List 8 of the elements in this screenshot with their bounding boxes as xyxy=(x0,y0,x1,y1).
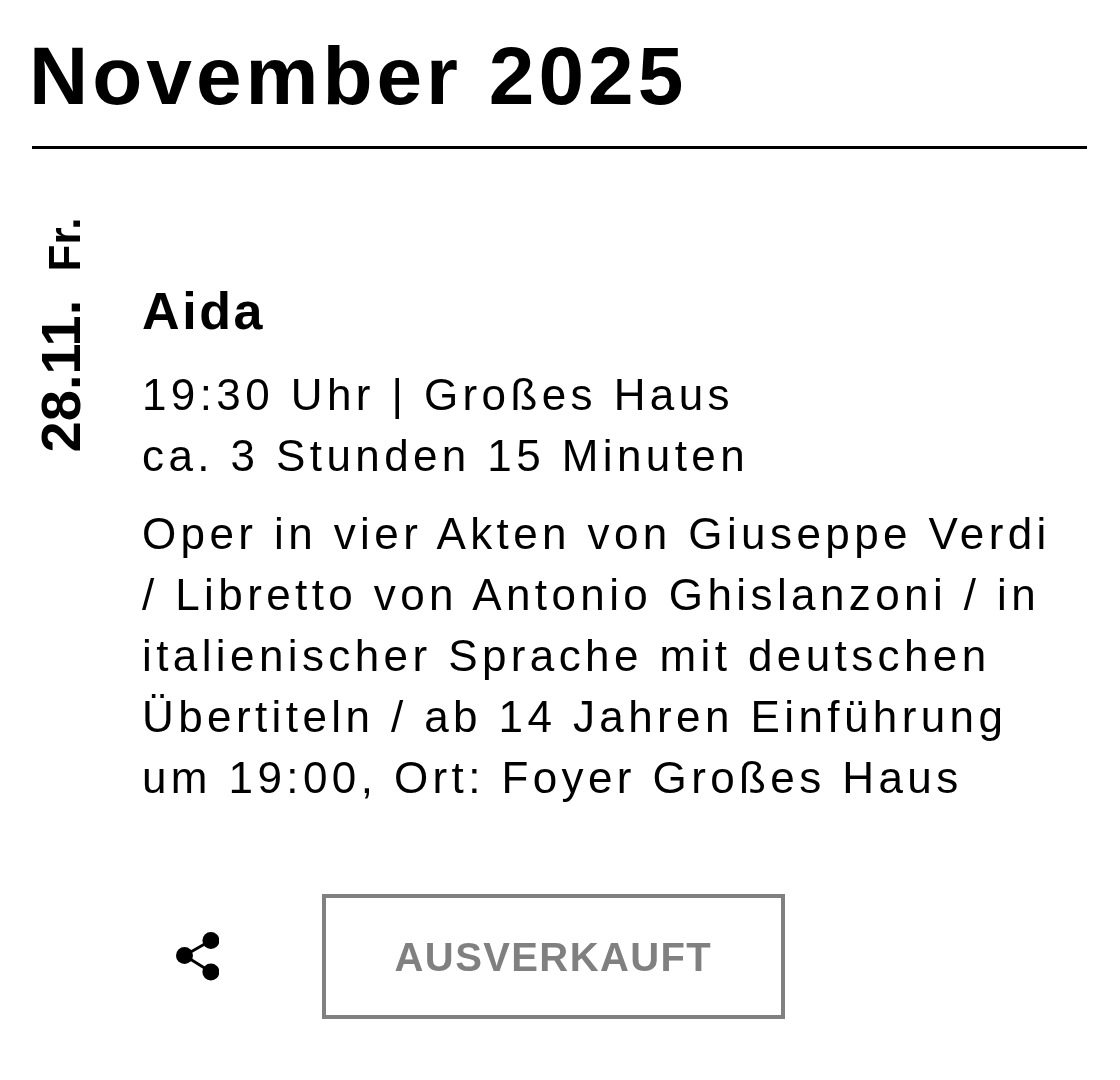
month-heading: November 2025 xyxy=(29,35,688,117)
time-venue-text: 19:30 Uhr | Großes Haus xyxy=(142,369,734,421)
event-title: Aida xyxy=(142,281,266,342)
event-date: 28.11. xyxy=(29,299,92,453)
weekday-label: Fr. xyxy=(40,218,89,272)
event-description: Oper in vier Akten von Giuseppe Verdi / Libretto von Antonio Ghislanzoni / in italienischer Sprache mit deutschen Übertiteln / ab 14 Jahren Einführung um 19:00, Ort: Foyer Großes Haus xyxy=(142,508,1052,804)
share-icon[interactable] xyxy=(175,932,219,981)
duration-text: ca. 3 Stunden 15 Minuten xyxy=(142,430,750,482)
